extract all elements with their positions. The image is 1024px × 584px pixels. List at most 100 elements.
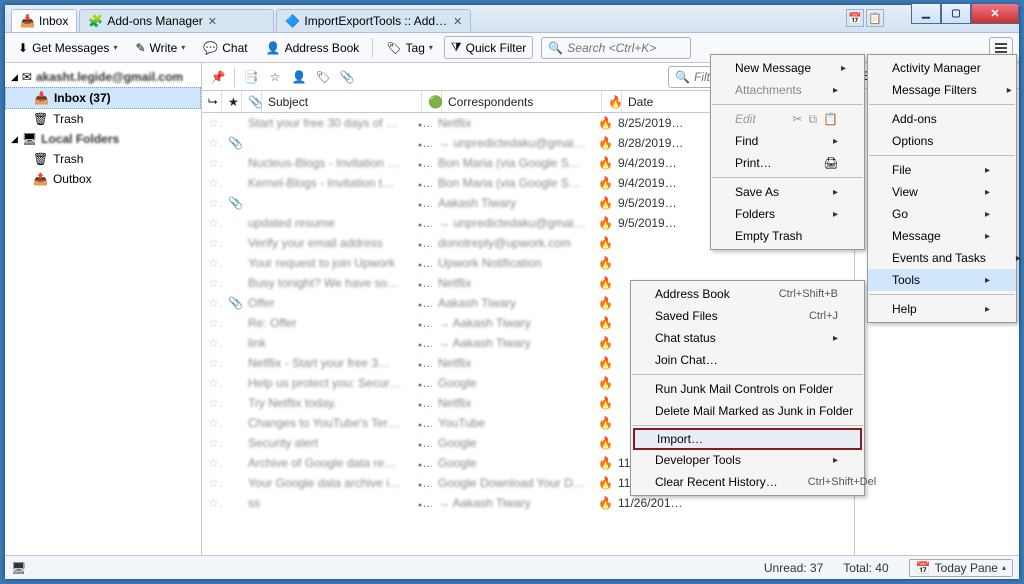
expand-icon[interactable]: ◢: [11, 72, 18, 83]
chevron-down-icon[interactable]: ▾: [429, 43, 433, 52]
write-button[interactable]: ✎Write▾: [128, 37, 192, 59]
star-icon[interactable]: ☆: [202, 116, 222, 130]
search-input[interactable]: [567, 41, 685, 55]
star-icon[interactable]: ☆: [202, 156, 222, 170]
expand-icon[interactable]: ◢: [11, 134, 18, 145]
tab-addons[interactable]: 🧩 Add-ons Manager ✕: [79, 9, 274, 32]
pin-icon[interactable]: 📌: [208, 67, 228, 87]
rmenu-view[interactable]: View: [868, 181, 1016, 203]
close-icon[interactable]: ✕: [453, 15, 462, 28]
star-icon[interactable]: ☆: [202, 316, 222, 330]
rmenu-help[interactable]: Help: [868, 298, 1016, 320]
rmenu-options[interactable]: Options: [868, 130, 1016, 152]
menu-save-as[interactable]: Save As: [711, 181, 864, 203]
rmenu-go[interactable]: Go: [868, 203, 1016, 225]
menu-print[interactable]: Print…🖨: [711, 152, 864, 174]
junk-icon: 🔥: [592, 376, 612, 390]
correspondent-cell: Bon Maria (via Google Sh…: [432, 156, 592, 170]
tasks-icon[interactable]: 📋: [866, 9, 884, 27]
tag-filter[interactable]: 🏷: [313, 67, 333, 87]
star-icon[interactable]: ☆: [202, 236, 222, 250]
star-icon[interactable]: ☆: [202, 476, 222, 490]
close-icon[interactable]: ✕: [208, 15, 217, 28]
star-icon[interactable]: ☆: [202, 196, 222, 210]
star-icon[interactable]: ☆: [202, 376, 222, 390]
read-col[interactable]: 🟢: [422, 91, 442, 112]
tab-inbox[interactable]: 📥 Inbox: [11, 9, 77, 32]
star-icon[interactable]: ☆: [202, 436, 222, 450]
menu-find[interactable]: Find: [711, 130, 864, 152]
subject-col[interactable]: Subject: [262, 91, 422, 112]
rmenu-filters[interactable]: Message Filters: [868, 79, 1016, 101]
folder-inbox[interactable]: 📥Inbox (37): [5, 87, 201, 109]
chevron-down-icon[interactable]: ▾: [181, 43, 185, 52]
menu-folders[interactable]: Folders: [711, 203, 864, 225]
attach-filter[interactable]: 📎: [337, 67, 357, 87]
rmenu-events[interactable]: Events and Tasks: [868, 247, 1016, 269]
rmenu-file[interactable]: File: [868, 159, 1016, 181]
submenu-clear-history[interactable]: Clear Recent History…Ctrl+Shift+Del: [631, 471, 864, 493]
menu-empty-trash[interactable]: Empty Trash: [711, 225, 864, 247]
get-messages-button[interactable]: ⬇Get Messages▾: [11, 37, 124, 59]
star-col[interactable]: ★: [222, 91, 242, 112]
rmenu-tools[interactable]: Tools: [868, 269, 1016, 291]
folder-outbox[interactable]: 📤Outbox: [5, 169, 201, 189]
submenu-delete-junk[interactable]: Delete Mail Marked as Junk in Folder: [631, 400, 864, 422]
submenu-dev-tools[interactable]: Developer Tools: [631, 449, 864, 471]
calendar-icon[interactable]: 📅: [846, 9, 864, 27]
menu-new-message[interactable]: New Message: [711, 57, 864, 79]
message-row[interactable]: ☆ss→ Aakash Tiwary🔥11/26/201…: [202, 493, 854, 513]
message-row[interactable]: ☆Your request to join UpworkUpwork Notif…: [202, 253, 854, 273]
quick-filter-button[interactable]: ⧩Quick Filter: [444, 36, 533, 59]
search-box[interactable]: 🔍: [541, 37, 691, 59]
thread-col[interactable]: ⮡: [202, 91, 222, 112]
tag-button[interactable]: 🏷Tag▾: [379, 37, 440, 59]
folder-trash[interactable]: 🗑Trash: [5, 109, 201, 129]
online-icon[interactable]: 🖥: [11, 561, 26, 575]
junk-col[interactable]: 🔥: [602, 91, 622, 112]
star-icon[interactable]: ☆: [202, 456, 222, 470]
attach-col[interactable]: 📎: [242, 91, 262, 112]
close-button[interactable]: [971, 4, 1019, 24]
star-icon[interactable]: ☆: [202, 276, 222, 290]
correspondents-col[interactable]: Correspondents: [442, 91, 602, 112]
paste-icon: 📋: [823, 112, 838, 127]
star-icon[interactable]: ☆: [202, 356, 222, 370]
submenu-saved-files[interactable]: Saved FilesCtrl+J: [631, 305, 864, 327]
star-icon[interactable]: ☆: [202, 496, 222, 510]
star-icon[interactable]: ☆: [202, 396, 222, 410]
submenu-import[interactable]: Import…: [633, 428, 862, 450]
rmenu-message[interactable]: Message: [868, 225, 1016, 247]
submenu-join-chat[interactable]: Join Chat…: [631, 349, 864, 371]
star-icon[interactable]: ☆: [202, 136, 222, 150]
star-icon[interactable]: ☆: [202, 296, 222, 310]
read-dot: [412, 376, 432, 390]
contact-filter[interactable]: 👤: [289, 67, 309, 87]
star-icon[interactable]: ☆: [202, 256, 222, 270]
rmenu-addons[interactable]: Add-ons: [868, 108, 1016, 130]
submenu-chat-status[interactable]: Chat status: [631, 327, 864, 349]
tab-importexport[interactable]: 🔷 ImportExportTools :: Add-o… ✕: [276, 9, 471, 32]
minimize-button[interactable]: [911, 4, 941, 24]
address-book-button[interactable]: 👤Address Book: [259, 37, 367, 59]
chevron-down-icon[interactable]: ▾: [113, 43, 117, 52]
unread-filter[interactable]: 📑: [241, 67, 261, 87]
submenu-address-book[interactable]: Address BookCtrl+Shift+B: [631, 283, 864, 305]
junk-icon: 🔥: [592, 396, 612, 410]
submenu-run-junk[interactable]: Run Junk Mail Controls on Folder: [631, 378, 864, 400]
star-filter[interactable]: ☆: [265, 67, 285, 87]
today-pane-toggle[interactable]: 📅Today Pane▴: [909, 559, 1013, 577]
star-icon[interactable]: ☆: [202, 336, 222, 350]
junk-icon: 🔥: [592, 116, 612, 130]
rmenu-activity[interactable]: Activity Manager: [868, 57, 1016, 79]
local-folders-row[interactable]: ◢🖥Local Folders: [5, 129, 201, 149]
correspondent-cell: Netflix: [432, 276, 592, 290]
maximize-button[interactable]: [941, 4, 971, 24]
star-icon[interactable]: ☆: [202, 216, 222, 230]
account-row[interactable]: ◢✉akasht.legide@gmail.com: [5, 67, 201, 87]
folder-trash-local[interactable]: 🗑Trash: [5, 149, 201, 169]
menu-attachments[interactable]: Attachments: [711, 79, 864, 101]
chat-button[interactable]: 💬Chat: [196, 37, 254, 59]
star-icon[interactable]: ☆: [202, 416, 222, 430]
star-icon[interactable]: ☆: [202, 176, 222, 190]
